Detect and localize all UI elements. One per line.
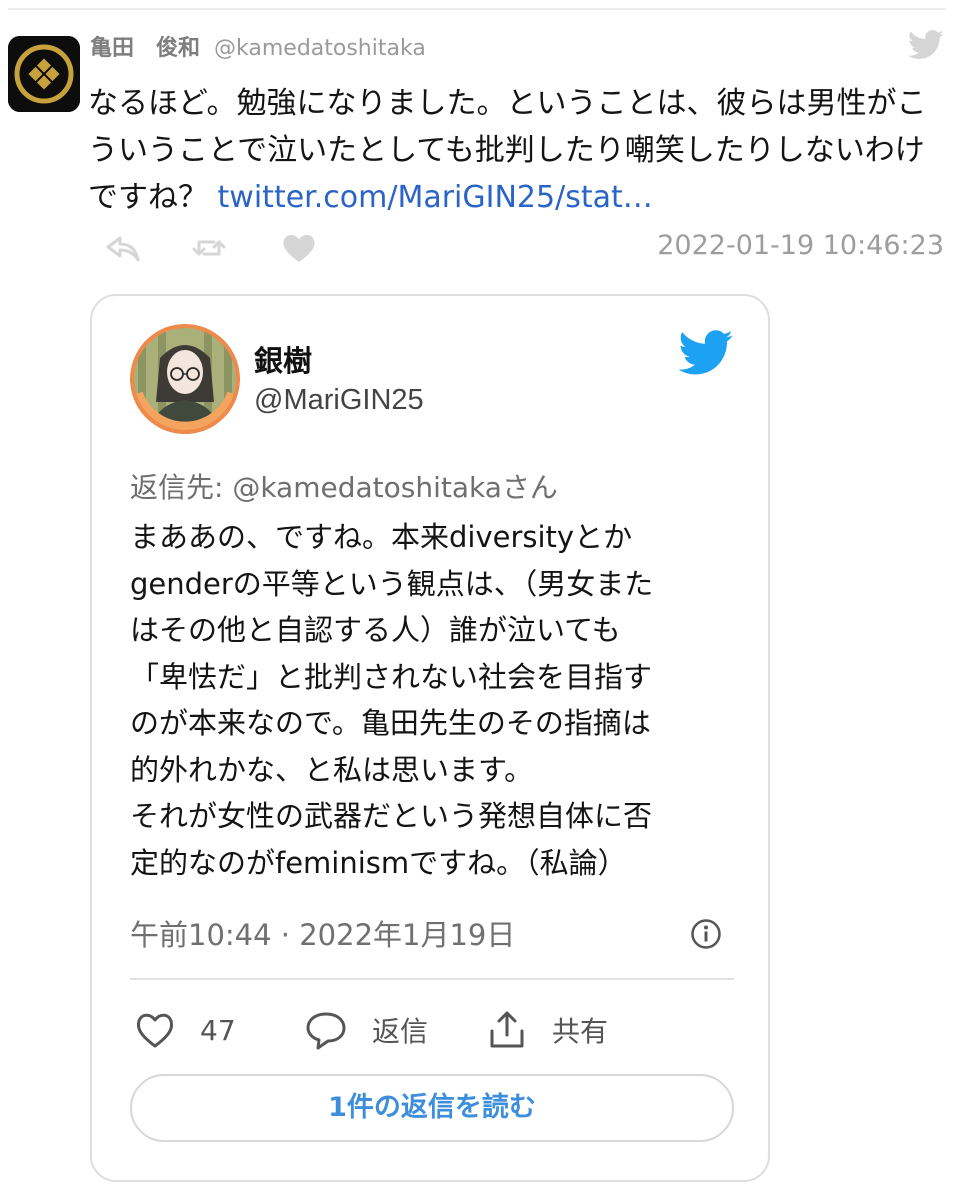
twitter-logo-icon[interactable] <box>678 330 734 376</box>
body-line: 定的なのがfeminismですね。（私論） <box>130 845 627 880</box>
body-line: のが本来なので。亀田先生のその指摘は <box>130 706 651 740</box>
share-icon <box>490 1011 524 1048</box>
share-action[interactable]: 共有 <box>486 1008 608 1052</box>
tweet-timestamp: 2022-01-19 10:46:23 <box>657 230 944 261</box>
tweet-text: なるほど。勉強になりました。ということは、彼らは男性がこういうことで泣いたとして… <box>88 80 938 221</box>
body-line: まああの、ですね。本来diversityとか <box>130 520 633 554</box>
body-line: genderの平等という観点は、（男女また <box>130 566 654 601</box>
reply-to-line[interactable]: 返信先: @kamedatoshitakaさん <box>130 466 558 506</box>
share-label: 共有 <box>552 1015 609 1048</box>
author-name[interactable]: 亀田 俊和 <box>90 36 200 61</box>
embedded-tweet-card[interactable]: 銀樹 @MariGIN25 返信先: @kamedatoshitakaさん まあ… <box>90 294 770 1182</box>
comment-icon <box>306 1012 346 1050</box>
top-divider <box>8 8 946 10</box>
reply-label: 返信 <box>372 1015 429 1048</box>
heart-icon <box>136 1013 174 1048</box>
embedded-author-avatar[interactable] <box>130 324 240 434</box>
author-line: 亀田 俊和 @kamedatoshitaka <box>90 30 426 62</box>
kamon-crest-icon <box>8 36 80 112</box>
embedded-author-name[interactable]: 銀樹 <box>254 338 312 380</box>
body-line: はその他と自認する人）誰が泣いても <box>130 613 621 647</box>
like-action[interactable]: 47 <box>134 1008 236 1052</box>
reply-icon[interactable] <box>104 232 142 264</box>
like-icon[interactable] <box>280 232 318 264</box>
reply-action[interactable]: 返信 <box>304 1008 428 1052</box>
author-avatar[interactable] <box>8 36 80 112</box>
embedded-author-handle[interactable]: @MariGIN25 <box>254 384 424 417</box>
embedded-timestamp[interactable]: 午前10:44 · 2022年1月19日 <box>130 912 515 954</box>
avatar-illustration <box>130 324 240 434</box>
like-count: 47 <box>200 1013 236 1047</box>
body-line: 「卑怯だ」と批判されない社会を目指す <box>130 659 653 694</box>
retweet-icon[interactable] <box>190 232 228 264</box>
twitter-bird-icon[interactable] <box>908 30 944 60</box>
read-replies-button[interactable]: 1件の返信を読む <box>130 1074 734 1142</box>
body-line: 的外れかな、と私は思います。 <box>130 752 534 787</box>
tweet-link[interactable]: twitter.com/MariGIN25/stat… <box>218 180 653 215</box>
author-handle[interactable]: @kamedatoshitaka <box>214 36 426 61</box>
embedded-divider <box>130 978 734 980</box>
embedded-tweet-body: まああの、ですね。本来diversityとか genderの平等という観点は、（… <box>130 514 740 886</box>
body-line: それが女性の武器だという発想自体に否 <box>130 799 653 833</box>
info-icon[interactable] <box>690 918 722 950</box>
